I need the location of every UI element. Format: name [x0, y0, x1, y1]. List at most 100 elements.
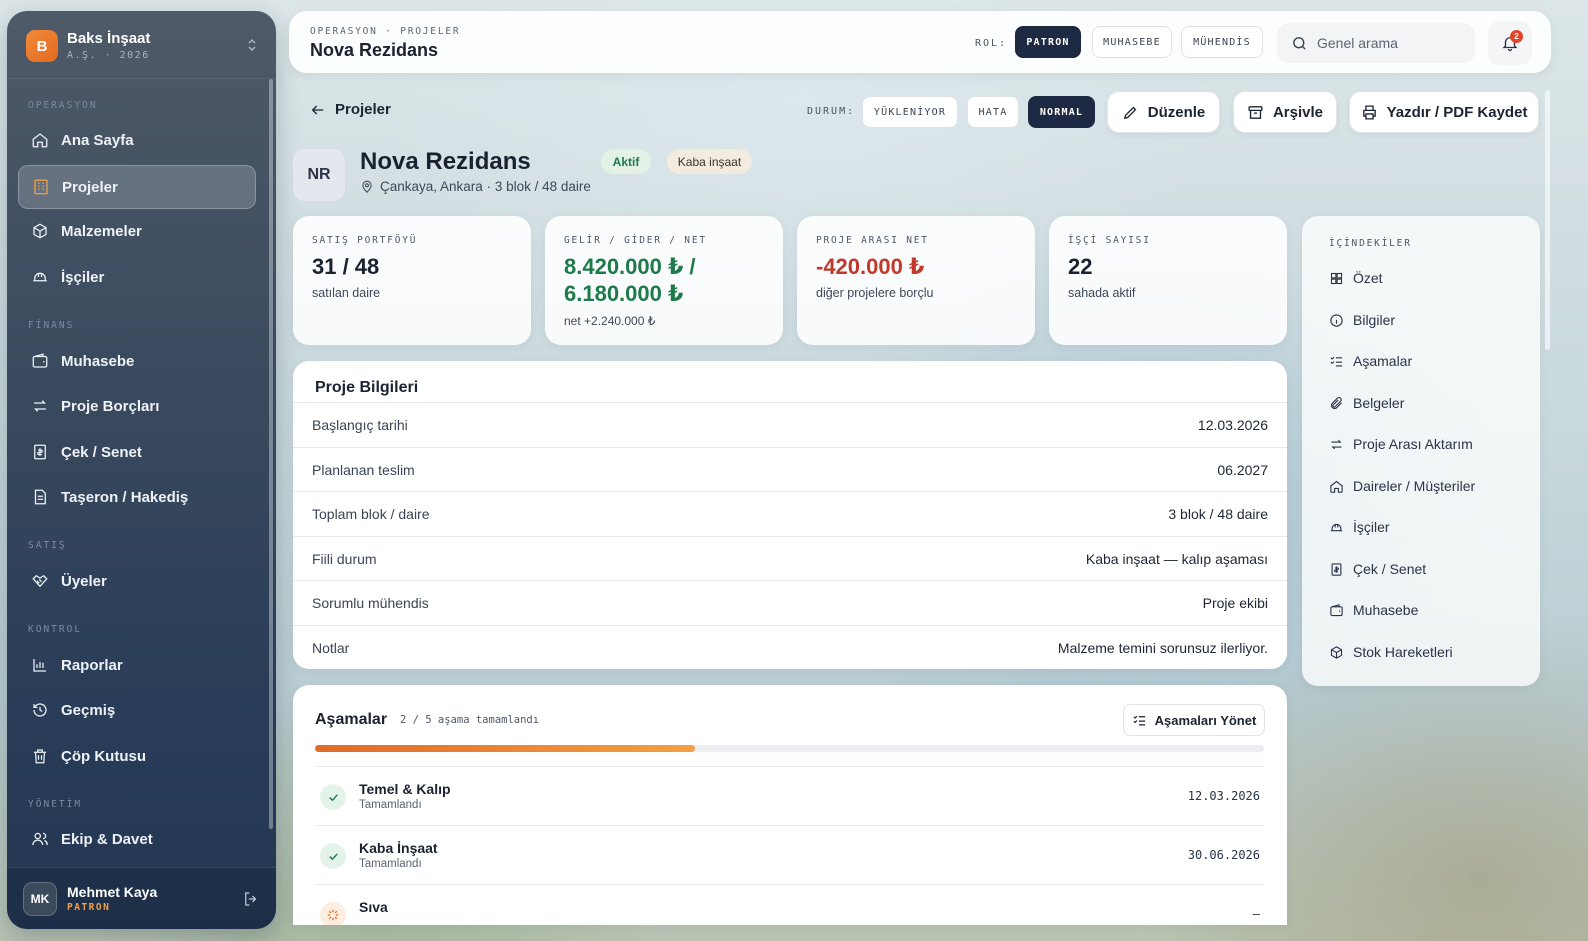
chevron-up-down-icon	[246, 37, 258, 53]
sidebar-item-muhasebe[interactable]: Muhasebe	[18, 339, 256, 383]
toc-item-stok-hareketleri[interactable]: Stok Hareketleri	[1329, 642, 1453, 662]
sidebar-item-gecmis[interactable]: Geçmiş	[18, 688, 256, 732]
wallet-icon	[32, 353, 48, 368]
sidebar-item-ekip-davet[interactable]: Ekip & Davet	[18, 817, 256, 861]
role-patron-button[interactable]: PATRON	[1015, 26, 1081, 58]
durum-label: DURUM:	[807, 106, 856, 117]
search-input[interactable]: Genel arama	[1277, 23, 1475, 63]
back-label: Projeler	[335, 101, 391, 118]
stage-row[interactable]: Sıva —	[315, 884, 1264, 925]
info-value: 06.2027	[1217, 461, 1268, 478]
sidebar-item-ana-sayfa[interactable]: Ana Sayfa	[18, 118, 256, 162]
transfer-icon	[33, 400, 47, 412]
list-check-icon	[1133, 715, 1145, 725]
stat-value-income: 8.420.000 ₺ /	[564, 254, 696, 279]
users-icon	[32, 832, 48, 846]
stage-status: Tamamlandı	[359, 858, 422, 870]
durum-yukleniyor-button[interactable]: YÜKLENİYOR	[862, 96, 958, 128]
stage-name: Temel & Kalıp	[359, 781, 451, 797]
sidebar-item-label: Taşeron / Hakediş	[61, 488, 189, 506]
sidebar-item-projeler[interactable]: Projeler	[18, 165, 256, 209]
stat-value-expense: 6.180.000 ₺	[564, 281, 684, 306]
hard-hat-icon	[1330, 523, 1343, 531]
info-icon	[1330, 313, 1343, 327]
sidebar-item-label: Ekip & Davet	[61, 830, 153, 848]
notifications-button[interactable]: 2	[1488, 21, 1532, 65]
info-row: Toplam blok / daire 3 blok / 48 daire	[293, 491, 1287, 536]
info-row: Sorumlu mühendis Proje ekibi	[293, 580, 1287, 625]
info-value: Proje ekibi	[1202, 595, 1268, 611]
brand-switcher[interactable]: B Baks İnşaat A.Ş. · 2026	[7, 11, 276, 79]
edit-button[interactable]: Düzenle	[1107, 91, 1220, 133]
durum-normal-button[interactable]: NORMAL	[1028, 96, 1095, 128]
check-icon	[320, 843, 346, 869]
sidebar-item-label: Raporlar	[61, 656, 123, 674]
transfer-icon	[1331, 439, 1342, 449]
stage-row[interactable]: Temel & Kalıp Tamamlandı 12.03.2026	[315, 766, 1264, 825]
toc-item-label: Özet	[1353, 270, 1383, 286]
role-muhasebe-button[interactable]: MUHASEBE	[1092, 26, 1172, 58]
section-finans: FİNANS	[28, 320, 75, 331]
toc-item-bilgiler[interactable]: Bilgiler	[1329, 310, 1395, 330]
info-row: Notlar Malzeme temini sorunsuz ilerliyor.	[293, 624, 1287, 670]
toc-item-belgeler[interactable]: Belgeler	[1329, 393, 1404, 413]
sidebar-item-malzemeler[interactable]: Malzemeler	[18, 209, 256, 253]
stat-label: GELİR / GİDER / NET	[564, 235, 707, 246]
toc-item-label: İşçiler	[1353, 519, 1390, 535]
sidebar-item-isciler[interactable]: İşçiler	[18, 255, 256, 299]
archive-button[interactable]: Arşivle	[1233, 91, 1337, 133]
toc-item-ozet[interactable]: Özet	[1329, 268, 1383, 288]
info-value: Malzeme temini sorunsuz ilerliyor.	[1057, 639, 1268, 656]
sidebar-item-proje-borclari[interactable]: Proje Borçları	[18, 384, 256, 428]
document-icon	[34, 489, 46, 505]
stage-date: —	[1252, 907, 1260, 921]
stages-progress-fill	[315, 745, 695, 752]
print-label: Yazdır / PDF Kaydet	[1386, 103, 1528, 121]
brand-name: Baks İnşaat	[67, 30, 151, 47]
stat-label: PROJE ARASI NET	[816, 235, 929, 246]
sidebar-item-uyeler[interactable]: Üyeler	[18, 559, 256, 603]
toc-item-daireler[interactable]: Daireler / Müşteriler	[1329, 476, 1475, 496]
stat-value: 31 / 48	[312, 254, 380, 279]
stat-sub: net +2.240.000 ₺	[564, 314, 656, 328]
stat-label: SATIŞ PORTFÖYÜ	[312, 235, 418, 246]
info-row: Planlanan teslim 06.2027	[293, 446, 1287, 492]
arrow-left-icon	[311, 105, 324, 114]
user-profile: MK Mehmet Kaya PATRON	[7, 867, 276, 929]
toc-item-label: Aşamalar	[1353, 353, 1413, 369]
toc-item-cek-senet[interactable]: Çek / Senet	[1329, 559, 1426, 579]
section-title: Aşamalar	[315, 711, 388, 728]
sidebar-item-label: Projeler	[62, 178, 118, 196]
sidebar-scrollbar[interactable]	[269, 79, 273, 829]
back-link[interactable]: Projeler	[310, 101, 391, 118]
archive-icon	[1248, 105, 1263, 119]
toc-item-label: Çek / Senet	[1353, 561, 1427, 577]
toc-item-muhasebe[interactable]: Muhasebe	[1329, 600, 1418, 620]
info-key: Notlar	[312, 639, 350, 656]
stat-sub: diğer projelere borçlu	[816, 286, 934, 300]
avatar: MK	[23, 882, 57, 916]
toc-item-proje-arasi-aktarim[interactable]: Proje Arası Aktarım	[1329, 434, 1473, 454]
stat-label: İŞÇİ SAYISI	[1068, 235, 1151, 246]
stage-row[interactable]: Kaba İnşaat Tamamlandı 30.06.2026	[315, 825, 1264, 884]
wallet-icon	[1330, 603, 1343, 616]
manage-stages-button[interactable]: Aşamaları Yönet	[1123, 704, 1265, 736]
sidebar-item-cek-senet[interactable]: Çek / Senet	[18, 430, 256, 474]
sidebar-item-taseron-hakedis[interactable]: Taşeron / Hakediş	[18, 475, 256, 519]
project-title: Nova Rezidans	[360, 148, 531, 175]
stage-status: Tamamlandı	[359, 799, 422, 811]
logout-icon[interactable]	[242, 890, 260, 908]
location-separator: ·	[482, 179, 495, 194]
page-scrollbar[interactable]	[1545, 90, 1550, 350]
manage-stages-label: Aşamaları Yönet	[1154, 712, 1257, 728]
project-summary: 3 blok / 48 daire	[494, 179, 591, 194]
role-muhendis-button[interactable]: MÜHENDİS	[1181, 26, 1263, 58]
sidebar-item-cop-kutusu[interactable]: Çöp Kutusu	[18, 734, 256, 778]
durum-hata-button[interactable]: HATA	[967, 96, 1019, 128]
section-satis: SATIŞ	[28, 540, 67, 551]
toc-item-asamalar[interactable]: Aşamalar	[1329, 351, 1412, 371]
print-button[interactable]: Yazdır / PDF Kaydet	[1349, 91, 1539, 133]
sidebar-item-raporlar[interactable]: Raporlar	[18, 643, 256, 687]
toc-item-isciler[interactable]: İşçiler	[1329, 517, 1390, 537]
history-icon	[33, 703, 47, 717]
